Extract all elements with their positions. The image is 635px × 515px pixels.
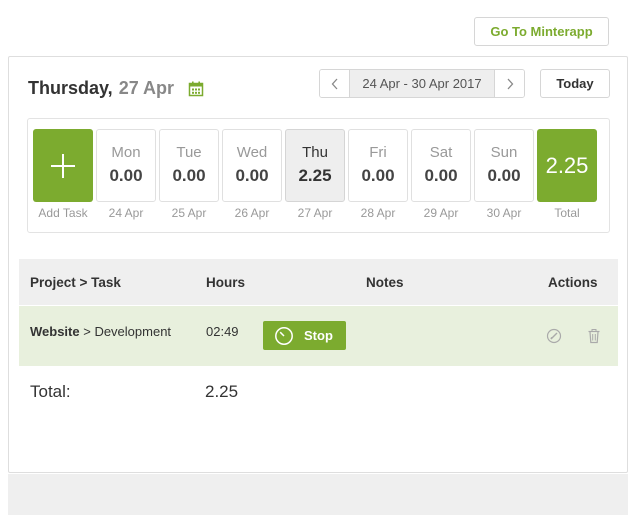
day-name: Fri xyxy=(369,144,387,161)
day-name: Mon xyxy=(111,144,141,161)
day-name: Wed xyxy=(236,144,268,161)
day-month-label: 27 Apr xyxy=(118,78,175,98)
total-label: Total: xyxy=(30,382,71,401)
day-date: 28 Apr xyxy=(360,206,396,220)
week-summary: Add Task Mon 0.00 24 Apr Tue 0.00 25 Apr… xyxy=(27,118,610,233)
total-value: 2.25 xyxy=(205,382,239,401)
day-wed[interactable]: Wed 0.00 26 Apr xyxy=(222,129,282,220)
day-card[interactable]: Fri 0.00 xyxy=(348,129,408,202)
day-hours: 0.00 xyxy=(424,166,458,185)
day-hours: 0.00 xyxy=(361,166,395,185)
add-task-column: Add Task xyxy=(33,129,93,220)
day-thu[interactable]: Thu 2.25 27 Apr xyxy=(285,129,345,220)
day-tue[interactable]: Tue 0.00 25 Apr xyxy=(159,129,219,220)
edit-icon[interactable] xyxy=(546,328,562,344)
chevron-left-icon[interactable] xyxy=(320,70,349,97)
day-fri[interactable]: Fri 0.00 28 Apr xyxy=(348,129,408,220)
project-task-cell: Website > Development xyxy=(30,324,171,339)
column-actions: Actions xyxy=(548,275,598,290)
day-hours: 2.25 xyxy=(298,166,332,185)
week-total-column: 2.25 Total xyxy=(537,129,597,220)
footer-bar xyxy=(8,474,628,515)
day-card-active[interactable]: Thu 2.25 xyxy=(285,129,345,202)
week-total-value: 2.25 xyxy=(537,129,597,202)
week-total-label: Total xyxy=(554,206,580,220)
timesheet-panel: Thursday, 27 Apr 24 Apr - 30 Apr 2017 To… xyxy=(8,56,628,473)
day-date: 25 Apr xyxy=(171,206,207,220)
column-notes: Notes xyxy=(366,275,404,290)
day-hours: 0.00 xyxy=(487,166,521,185)
add-task-label: Add Task xyxy=(38,206,88,220)
weekday-label: Thursday, xyxy=(28,78,113,98)
day-card[interactable]: Wed 0.00 xyxy=(222,129,282,202)
day-hours: 0.00 xyxy=(235,166,269,185)
day-hours: 0.00 xyxy=(109,166,143,185)
hours-cell: 02:49 xyxy=(206,324,239,339)
day-card[interactable]: Tue 0.00 xyxy=(159,129,219,202)
day-date: 24 Apr xyxy=(108,206,144,220)
project-name: Website xyxy=(30,324,80,339)
page-title: Thursday, 27 Apr xyxy=(28,78,204,99)
day-card[interactable]: Mon 0.00 xyxy=(96,129,156,202)
date-range-label: 24 Apr - 30 Apr 2017 xyxy=(349,70,495,97)
day-name: Sun xyxy=(490,144,518,161)
day-hours: 0.00 xyxy=(172,166,206,185)
day-name: Sat xyxy=(429,144,453,161)
date-range-navigator: 24 Apr - 30 Apr 2017 xyxy=(319,69,525,98)
day-name: Tue xyxy=(176,144,202,161)
day-card[interactable]: Sun 0.00 xyxy=(474,129,534,202)
column-hours: Hours xyxy=(206,275,246,290)
stop-timer-button[interactable]: Stop xyxy=(263,321,346,350)
day-date: 27 Apr xyxy=(297,206,333,220)
day-date: 26 Apr xyxy=(234,206,270,220)
stop-label: Stop xyxy=(304,328,333,343)
calendar-icon[interactable] xyxy=(188,81,204,97)
day-sun[interactable]: Sun 0.00 30 Apr xyxy=(474,129,534,220)
day-date: 29 Apr xyxy=(423,206,459,220)
table-row: Website > Development 02:49 Stop xyxy=(19,306,618,366)
project-task-separator: > xyxy=(79,324,95,339)
today-button[interactable]: Today xyxy=(540,69,610,98)
clock-icon xyxy=(275,326,293,345)
add-task-button[interactable] xyxy=(33,129,93,202)
task-name: Development xyxy=(94,324,172,339)
column-project-task: Project > Task xyxy=(30,275,121,290)
table-header: Project > Task Hours Notes Actions xyxy=(19,259,618,305)
day-card[interactable]: Sat 0.00 xyxy=(411,129,471,202)
chevron-right-icon[interactable] xyxy=(495,70,524,97)
day-name: Thu xyxy=(302,144,328,161)
day-date: 30 Apr xyxy=(486,206,522,220)
day-sat[interactable]: Sat 0.00 29 Apr xyxy=(411,129,471,220)
trash-icon[interactable] xyxy=(586,328,602,344)
day-mon[interactable]: Mon 0.00 24 Apr xyxy=(96,129,156,220)
go-to-minterapp-button[interactable]: Go To Minterapp xyxy=(474,17,609,46)
plus-icon xyxy=(51,153,75,178)
